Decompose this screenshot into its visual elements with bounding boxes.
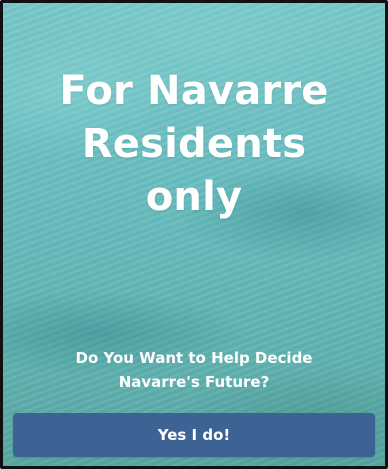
- headline: For Navarre Residents only: [23, 65, 365, 224]
- yes-i-do-button[interactable]: Yes I do!: [13, 413, 375, 457]
- question-line-2: Navarre's Future?: [118, 373, 270, 391]
- headline-line-2: Residents: [81, 121, 307, 167]
- headline-line-3: only: [145, 174, 243, 220]
- headline-line-1: For Navarre: [59, 68, 329, 114]
- question-line-1: Do You Want to Help Decide: [75, 349, 313, 367]
- question-text: Do You Want to Help Decide Navarre's Fut…: [15, 346, 373, 394]
- popup-frame: For Navarre Residents only Do You Want t…: [0, 0, 388, 469]
